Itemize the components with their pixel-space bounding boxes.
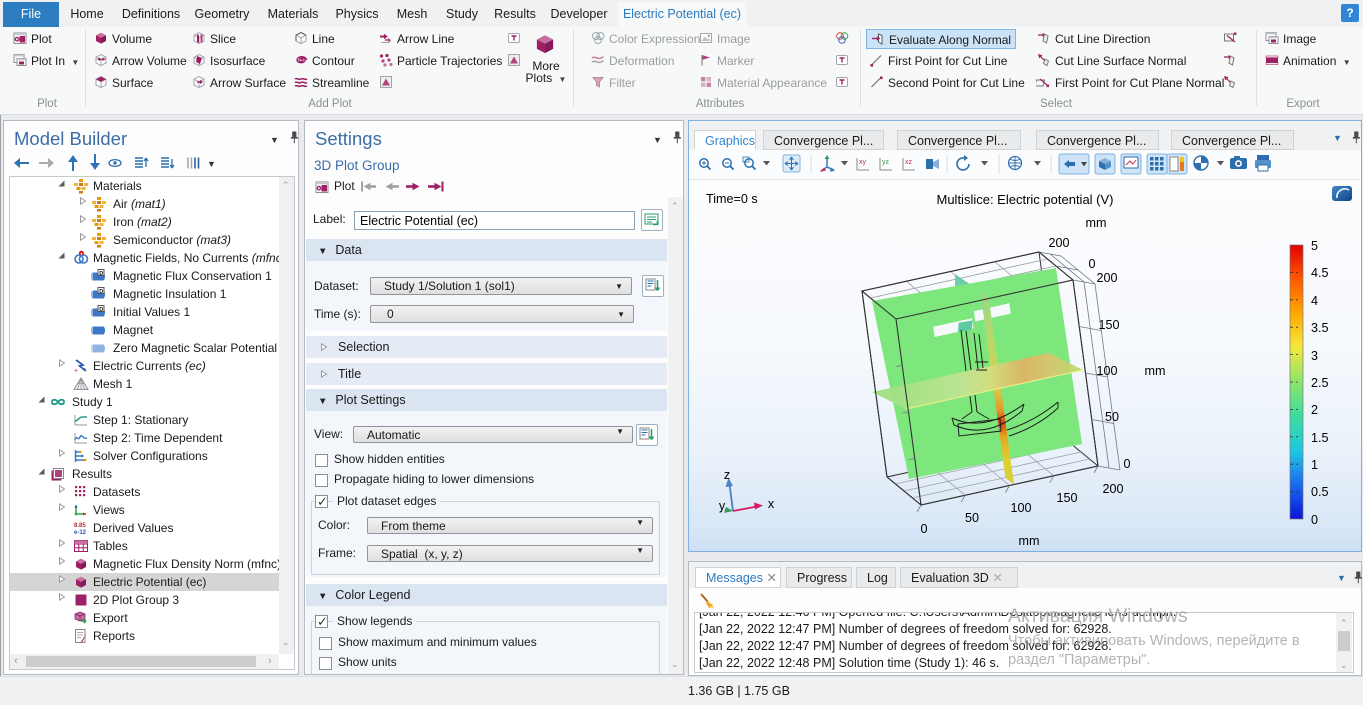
svg-text:200: 200 — [1048, 236, 1069, 250]
svg-text:1: 1 — [1311, 458, 1318, 472]
svg-text:y: y — [719, 499, 726, 513]
svg-text:Time=0 s: Time=0 s — [706, 192, 758, 206]
svg-text:mm: mm — [1019, 534, 1040, 548]
svg-text:200: 200 — [1096, 271, 1117, 285]
svg-text:150: 150 — [1098, 318, 1119, 332]
svg-text:2: 2 — [1311, 403, 1318, 417]
svg-text:50: 50 — [1105, 410, 1119, 424]
svg-text:0: 0 — [1123, 457, 1130, 471]
svg-text:5: 5 — [1311, 239, 1318, 253]
svg-text:50: 50 — [965, 511, 979, 525]
svg-text:x: x — [768, 497, 775, 511]
svg-text:2.5: 2.5 — [1311, 376, 1329, 390]
svg-text:mm: mm — [1086, 216, 1107, 230]
svg-text:yz: yz — [882, 159, 890, 166]
svg-text:xy: xy — [859, 159, 867, 166]
svg-text:0: 0 — [1088, 257, 1095, 271]
svg-text:z: z — [724, 468, 730, 482]
svg-text:0: 0 — [1311, 513, 1318, 527]
svg-text:Multislice: Electric potential: Multislice: Electric potential (V) — [937, 192, 1114, 207]
svg-text:1.5: 1.5 — [1311, 431, 1329, 445]
svg-text:3.5: 3.5 — [1311, 321, 1329, 335]
svg-text:xz: xz — [905, 159, 913, 166]
svg-text:100: 100 — [1096, 364, 1117, 378]
svg-text:200: 200 — [1102, 482, 1123, 496]
svg-text:0: 0 — [920, 522, 927, 536]
svg-text:0.5: 0.5 — [1311, 485, 1329, 499]
svg-text:3: 3 — [1311, 349, 1318, 363]
svg-text:150: 150 — [1056, 491, 1077, 505]
svg-text:100: 100 — [1010, 501, 1031, 515]
svg-text:mm: mm — [1145, 364, 1166, 378]
svg-text:4: 4 — [1311, 294, 1318, 308]
svg-text:4.5: 4.5 — [1311, 266, 1329, 280]
